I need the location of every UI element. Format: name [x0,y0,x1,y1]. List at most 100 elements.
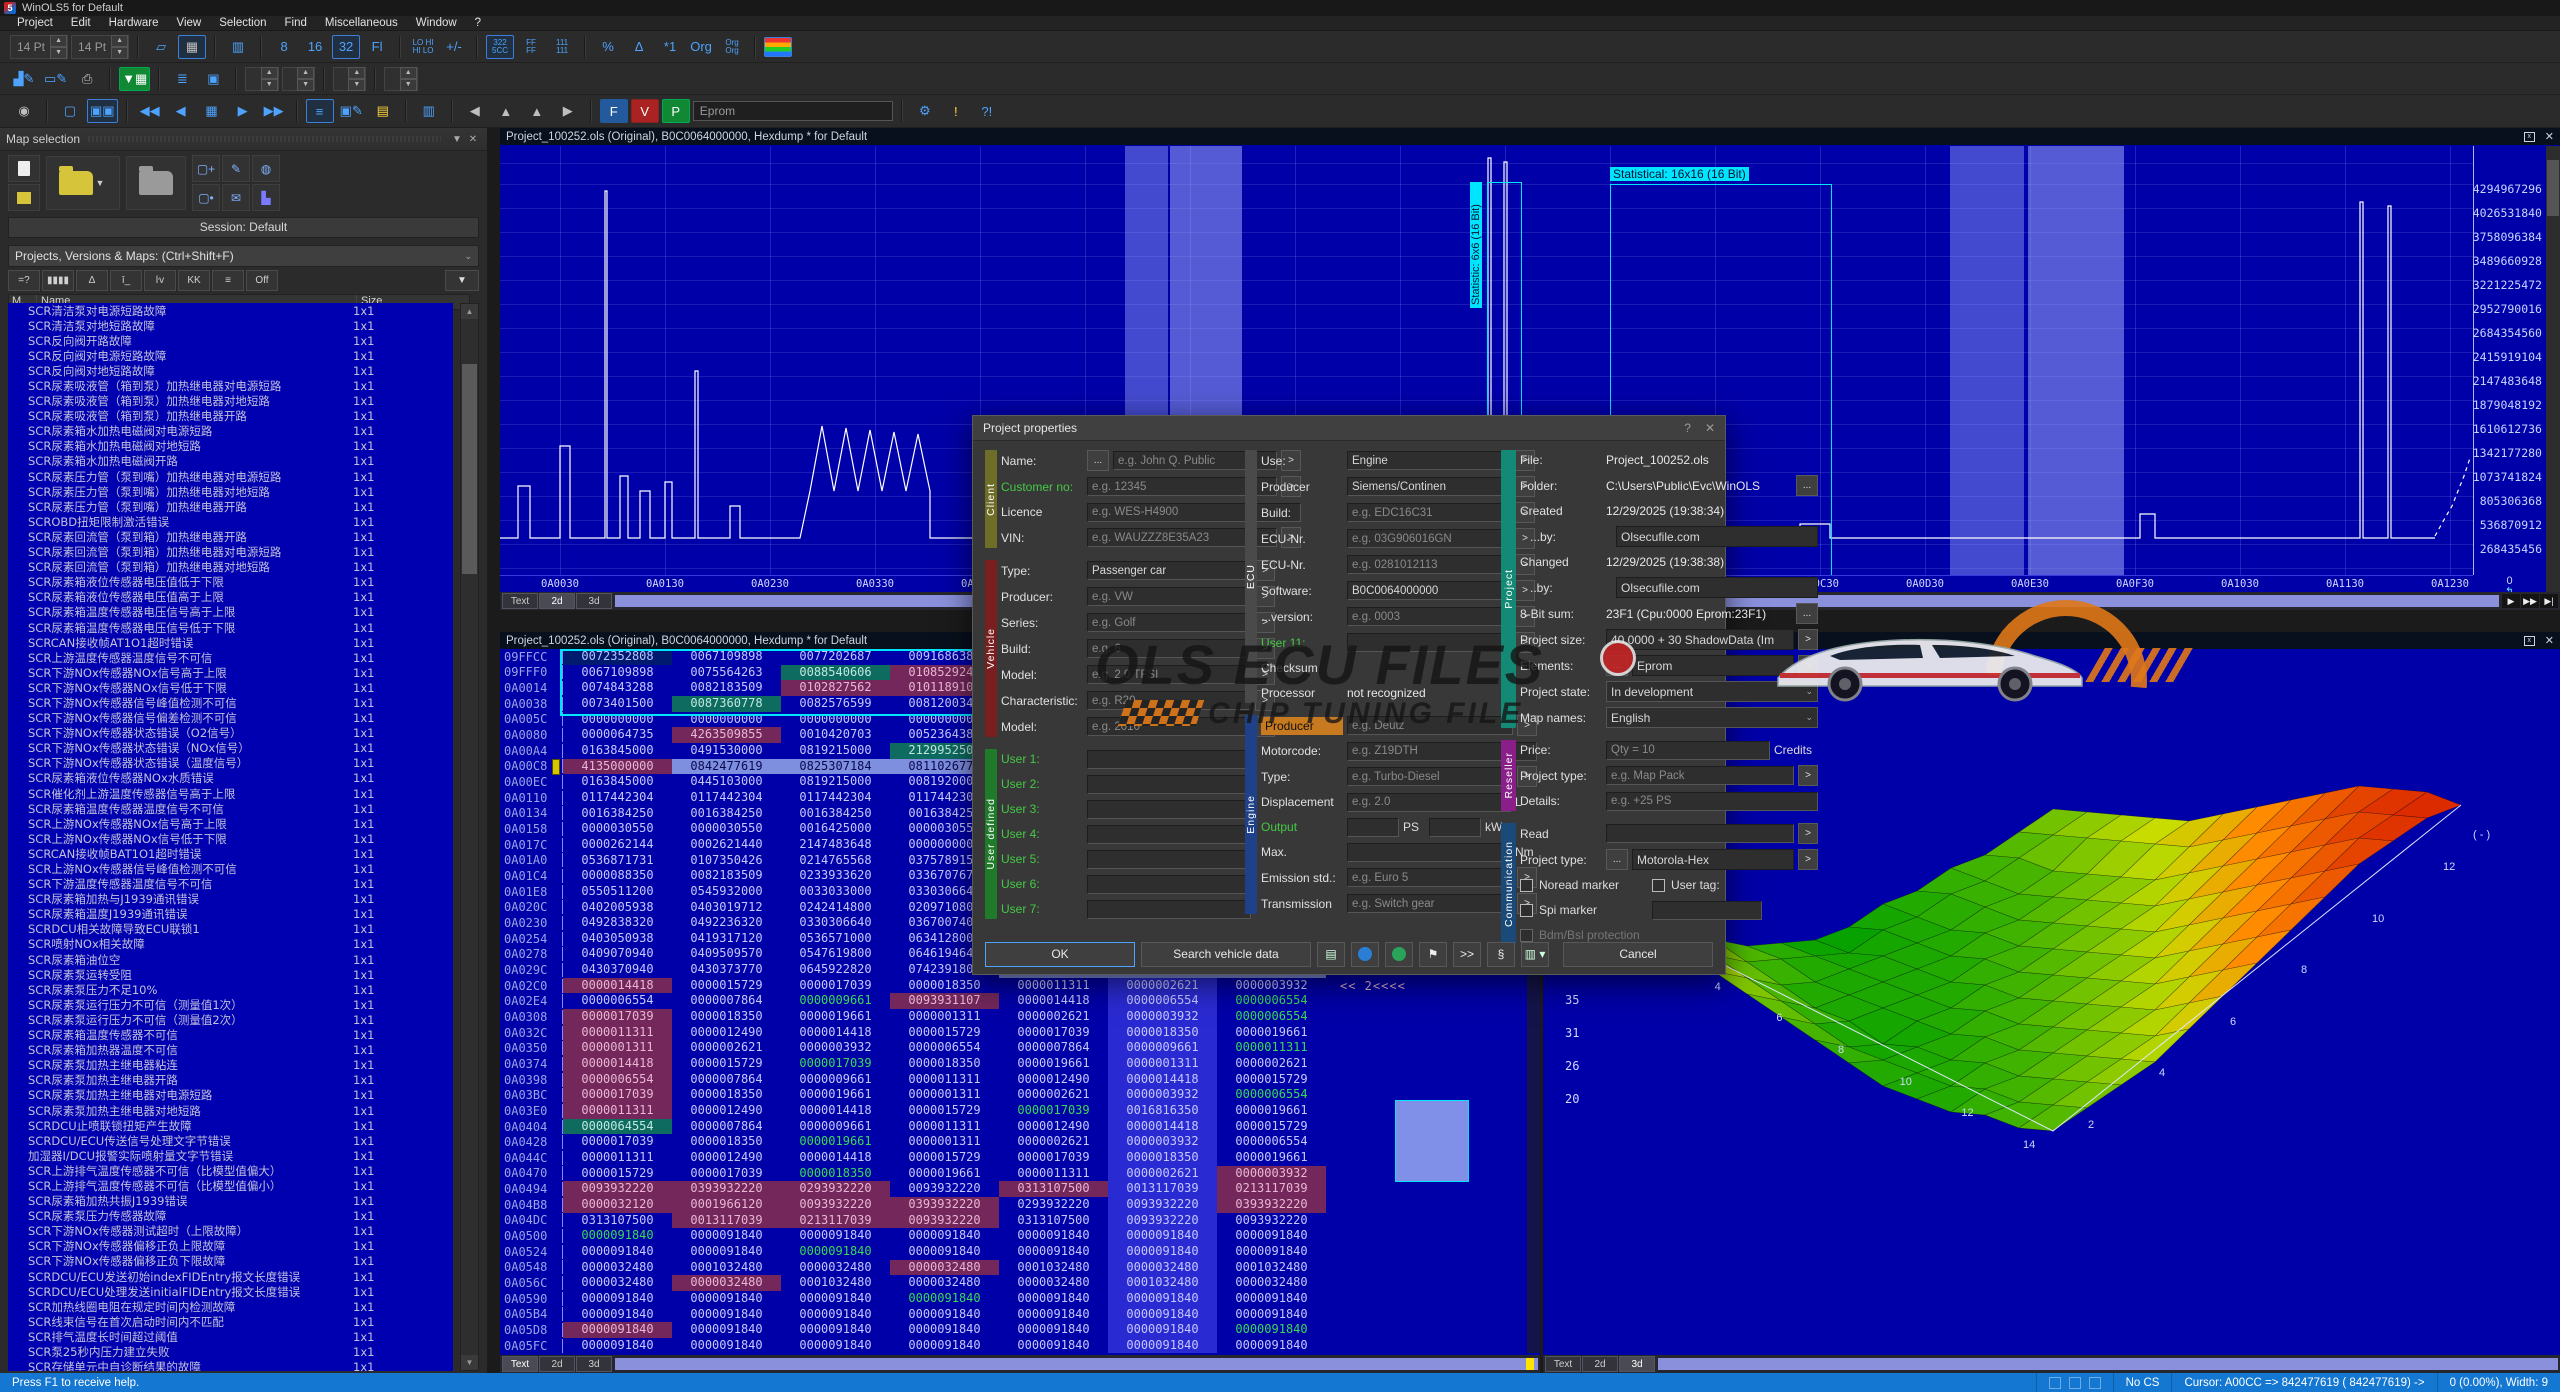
hex-cell[interactable]: 0093932220 [781,1197,890,1213]
tab-3d[interactable]: 3d [576,593,612,609]
hex-cell[interactable]: 0000017039 [563,1009,672,1025]
version-field[interactable] [1347,607,1511,626]
reseller-project-type-picker-button[interactable]: > [1798,765,1818,786]
open-dropdown-caret[interactable]: ▼ [93,178,107,188]
map-hot2-icon[interactable]: ▲ [523,99,551,123]
menu-find[interactable]: Find [276,17,316,29]
spi-marker-checkbox[interactable]: Spi marker [1520,903,1648,917]
map-list-item[interactable]: SCR下游NOx传感器测试超时（上限故障）1x1 [8,1224,453,1239]
hex-row[interactable]: 0A04040000064554000000786400000096610000… [500,1119,1540,1135]
hex-cell[interactable]: 0000003932 [1217,1166,1326,1182]
hex-cell[interactable]: 0000009661 [781,1119,890,1135]
hex-cell[interactable]: 0330306640 [781,915,890,931]
restore-window-icon[interactable]: x [2524,132,2535,142]
menu-view[interactable]: View [167,17,210,29]
hex-cell[interactable]: 0000091840 [672,1307,781,1323]
hex-cell[interactable]: 0000091840 [781,1228,890,1244]
hex-cell[interactable]: 0000091840 [999,1244,1108,1260]
width-16-icon[interactable]: 16 [301,35,329,59]
hex-cell[interactable]: 0000017039 [781,978,890,994]
hex-cell[interactable]: 0000006554 [1217,993,1326,1009]
hex-cell[interactable]: 0000007864 [672,993,781,1009]
map-list-item[interactable]: SCR尿素箱温度J1939通讯错误1x1 [8,907,453,922]
hex-cell[interactable]: 0547619800 [781,946,890,962]
reseller-project-type-field[interactable] [1606,766,1794,785]
hex-cell[interactable]: 0213117039 [781,1213,890,1229]
spinner-c[interactable]: ▲▼ [333,67,366,91]
user7-field[interactable] [1087,900,1251,919]
hex-cell[interactable]: 0536571000 [781,931,890,947]
sign-icon[interactable]: +/- [440,35,468,59]
hex-cell[interactable]: 0000014418 [563,978,672,994]
map-list-item[interactable]: SCRDCU相关故障导致ECU联锁11x1 [8,922,453,937]
hex-row[interactable]: 0A05D80000091840000009184000000918400000… [500,1322,1540,1338]
hex-row[interactable]: 0A02C00000014418000001572900000170390000… [500,978,1540,994]
vehicle-characteristic-field[interactable] [1087,691,1251,710]
map-list-item[interactable]: SCR尿素压力管（泵到嘴）加热继电器开路1x1 [8,499,453,514]
hex-cell[interactable]: 0000032480 [999,1275,1108,1291]
map-filter-2[interactable]: Δ [76,270,108,291]
map-filter-0[interactable]: =? [8,270,40,291]
hex-cell[interactable]: 0000091840 [1217,1291,1326,1307]
hex-cell[interactable]: 0000011311 [999,1166,1108,1182]
hex-cell[interactable]: 0000032480 [1217,1275,1326,1291]
hex-cell[interactable]: 0000002621 [999,1134,1108,1150]
output-kw-field[interactable] [1429,818,1481,837]
printer-edit-icon[interactable]: ⎙ [73,67,101,91]
user3-field[interactable] [1087,800,1251,819]
hex-cell[interactable]: 0016384250 [672,806,781,822]
map-list-item[interactable]: SCR尿素泵加热主继电器对电源短路1x1 [8,1088,453,1103]
map-list-item[interactable]: SCR尿素箱水加热电磁阀对地短路1x1 [8,439,453,454]
hex-cell[interactable]: 0842477619 [672,759,781,775]
comm-project-type-picker-button[interactable]: > [1798,849,1818,870]
hex-cell[interactable]: 0000002621 [1108,1166,1217,1182]
scroll-end-icon[interactable]: ▶| [2540,594,2558,608]
map-list-item[interactable]: SCR催化剂上游温度传感器信号高于上限1x1 [8,786,453,801]
hex-cell[interactable]: 0000017039 [999,1103,1108,1119]
map-list-item[interactable]: SCR尿素箱加热与J1939通讯错误1x1 [8,892,453,907]
hex-row[interactable]: 0A02E40000006554000000786400000096610093… [500,993,1540,1009]
hex-cell[interactable]: 0000014418 [781,1025,890,1041]
hex-cell[interactable]: 0000091840 [1108,1291,1217,1307]
map-list-item[interactable]: SCR下游NOx传感器偏移正负上限故障1x1 [8,1239,453,1254]
map-filter-5[interactable]: KK [178,270,210,291]
hex-cell[interactable]: 0000014418 [999,993,1108,1009]
dialog-help-icon[interactable]: ? [1684,421,1691,435]
hex-cell[interactable]: 0000091840 [672,1338,781,1353]
hex-cell[interactable]: 0550511200 [563,884,672,900]
hex-cell[interactable]: 0313107500 [999,1181,1108,1197]
restore-window-icon[interactable]: x [2524,636,2535,646]
ff-values-icon[interactable]: FFFF [517,35,545,59]
window-search-icon[interactable]: ▣✎ [337,99,366,123]
tab-text[interactable]: Text [1545,1356,1581,1372]
map-list-item[interactable]: SCR反向阀对地短路故障1x1 [8,363,453,378]
hex-cell[interactable]: 0000014418 [781,1103,890,1119]
save-project-button[interactable] [8,184,40,211]
hex-cell[interactable]: 0393932220 [1217,1197,1326,1213]
hex-cell[interactable]: 0000091840 [1217,1322,1326,1338]
report-icon[interactable]: ▥ [415,99,443,123]
surface-horizontal-scrollbar[interactable] [1658,1358,2558,1370]
next-icon[interactable]: ▶ [229,99,257,123]
hex-cell[interactable]: 0000091840 [890,1291,999,1307]
hex-cell[interactable]: 0093932220 [1108,1197,1217,1213]
map-list-item[interactable]: SCR下游温度传感器温度信号不可信1x1 [8,877,453,892]
folder-browse-button[interactable]: ... [1796,475,1818,496]
map-list-item[interactable]: SCR下游NOx传感器状态错误（NOx信号）1x1 [8,741,453,756]
map-list-item[interactable]: SCRDCU止喷联锁扭矩产生故障1x1 [8,1118,453,1133]
hex-cell[interactable]: 0000018350 [781,1166,890,1182]
hex-cell[interactable]: 0000001311 [890,1134,999,1150]
hex-cell[interactable]: 0000091840 [781,1291,890,1307]
hex-row[interactable]: 0A05900000091840000009184000000918400000… [500,1291,1540,1307]
search-vehicle-data-button[interactable]: Search vehicle data [1141,942,1311,967]
flag-icon[interactable]: ⚑ [1419,942,1447,967]
map-list-item[interactable]: SCRDCU/ECU处理发送initialFIDEntry报文长度错误1x1 [8,1284,453,1299]
hex-cell[interactable]: 0000015729 [890,1103,999,1119]
software-field[interactable] [1347,581,1511,600]
panel-close-icon[interactable]: ✕ [465,134,481,145]
dialog-close-icon[interactable]: ✕ [1705,421,1715,435]
map-list-item[interactable]: SCR下游NOx传感器NOx信号低于下限1x1 [8,680,453,695]
hex-row[interactable]: 0A03E00000011311000001249000000144180000… [500,1103,1540,1119]
hex-cell[interactable]: 0001032480 [672,1260,781,1276]
hex-cell[interactable]: 0000091840 [563,1291,672,1307]
